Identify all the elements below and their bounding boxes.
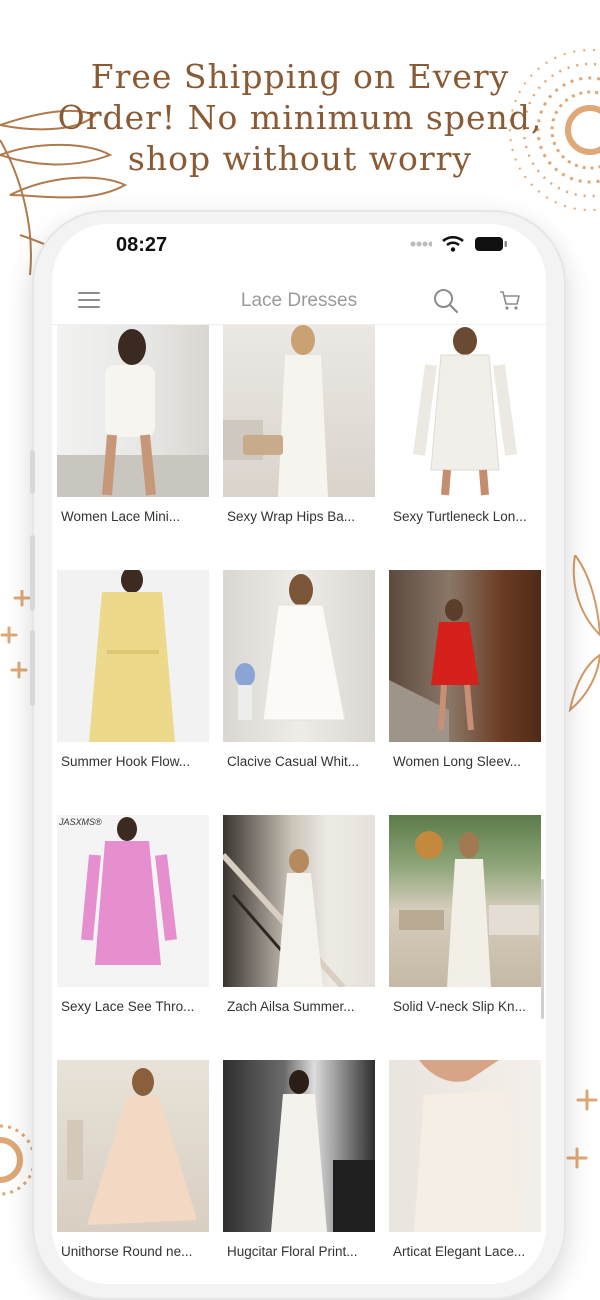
- product-image[interactable]: [223, 325, 375, 497]
- product-card[interactable]: Hugcitar Floral Print...: [223, 1060, 375, 1284]
- product-card[interactable]: Women Lace Mini...: [57, 325, 209, 565]
- product-name: Solid V-neck Slip Kn...: [393, 999, 526, 1014]
- phone-side-button: [30, 630, 35, 706]
- product-card[interactable]: Articat Elegant Lace...: [389, 1060, 541, 1284]
- product-image[interactable]: [57, 1060, 209, 1232]
- product-name: Summer Hook Flow...: [61, 754, 191, 769]
- app-screen: 08:27 Lace Dresses Women Lace Mini... Se…: [52, 224, 546, 1284]
- product-image[interactable]: [223, 570, 375, 742]
- product-card[interactable]: Women Long Sleev...: [389, 570, 541, 810]
- product-image[interactable]: [223, 1060, 375, 1232]
- product-card[interactable]: Solid V-neck Slip Kn...: [389, 815, 541, 1055]
- product-name: Sexy Turtleneck Lon...: [393, 509, 527, 524]
- leaf-decoration-right: [568, 555, 600, 713]
- product-image[interactable]: [389, 570, 541, 742]
- product-image[interactable]: JASXMS®: [57, 815, 209, 987]
- battery-icon: [475, 237, 507, 251]
- product-name: Women Long Sleev...: [393, 754, 521, 769]
- signal-icon: [410, 241, 432, 247]
- product-image[interactable]: [389, 815, 541, 987]
- product-grid: Women Lace Mini... Sexy Wrap Hips Ba...: [52, 324, 546, 1284]
- brand-watermark: JASXMS®: [59, 817, 102, 827]
- product-name: Unithorse Round ne...: [61, 1244, 193, 1259]
- promo-line-2: Order! No minimum spend,: [57, 98, 543, 137]
- product-image[interactable]: [223, 815, 375, 987]
- plus-decoration-right: [566, 1089, 598, 1169]
- product-name: Clacive Casual Whit...: [227, 754, 360, 769]
- promo-line-1: Free Shipping on Every: [90, 57, 510, 96]
- search-icon[interactable]: [433, 288, 459, 314]
- product-image[interactable]: [389, 1060, 541, 1232]
- product-card[interactable]: Sexy Wrap Hips Ba...: [223, 325, 375, 565]
- product-name: Sexy Lace See Thro...: [61, 999, 195, 1014]
- product-name: Zach Ailsa Summer...: [227, 999, 355, 1014]
- product-card[interactable]: Unithorse Round ne...: [57, 1060, 209, 1284]
- phone-side-button: [30, 450, 35, 494]
- product-name: Women Lace Mini...: [61, 509, 181, 524]
- page-title: Lace Dresses: [240, 290, 358, 311]
- phone-side-button: [30, 535, 35, 611]
- product-image[interactable]: [57, 325, 209, 497]
- cart-icon[interactable]: [499, 290, 521, 312]
- status-time: 08:27: [116, 234, 168, 256]
- product-name: Hugcitar Floral Print...: [227, 1244, 358, 1259]
- scrollbar[interactable]: [541, 879, 544, 1019]
- product-card[interactable]: Summer Hook Flow...: [57, 570, 209, 810]
- promo-line-3: shop without worry: [127, 139, 473, 178]
- status-icons: [410, 236, 508, 252]
- product-image[interactable]: [57, 570, 209, 742]
- product-card[interactable]: Zach Ailsa Summer...: [223, 815, 375, 1055]
- promo-headline: Free Shipping on Every Order! No minimum…: [40, 56, 560, 179]
- product-card[interactable]: Sexy Turtleneck Lon...: [389, 325, 541, 565]
- wifi-icon: [442, 236, 464, 252]
- app-top-bar: Lace Dresses: [52, 280, 546, 324]
- product-name: Articat Elegant Lace...: [393, 1244, 526, 1259]
- product-image[interactable]: [389, 325, 541, 497]
- product-card[interactable]: Clacive Casual Whit...: [223, 570, 375, 810]
- product-card[interactable]: JASXMS® Sexy Lace See Thro...: [57, 815, 209, 1055]
- product-name: Sexy Wrap Hips Ba...: [227, 509, 356, 524]
